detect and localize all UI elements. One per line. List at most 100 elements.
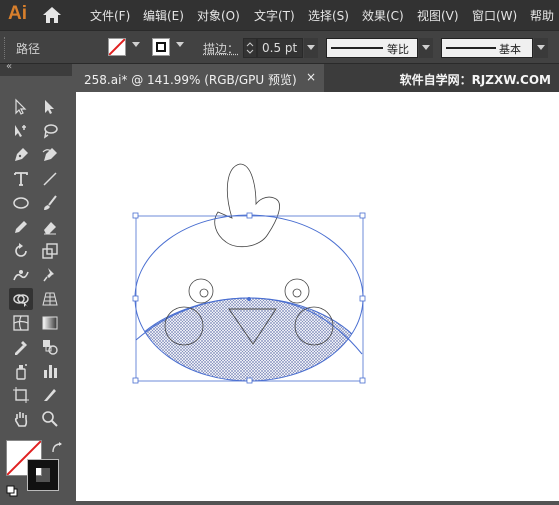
perspective-grid-icon bbox=[42, 292, 58, 306]
warp-icon bbox=[13, 270, 29, 281]
app-logo: Ai bbox=[8, 3, 27, 24]
pen-nib-icon bbox=[15, 148, 28, 161]
menu-view[interactable]: 视图(V) bbox=[417, 7, 459, 24]
direct-selection-arrow-icon bbox=[45, 100, 54, 114]
rotate-icon bbox=[15, 243, 27, 257]
menu-file[interactable]: 文件(F) bbox=[90, 7, 130, 24]
object-type-label: 路径 bbox=[16, 42, 41, 56]
blend-tool[interactable] bbox=[38, 336, 62, 358]
document-tab-title[interactable]: 258.ai* @ 141.99% (RGB/GPU 预览) bbox=[84, 71, 297, 88]
puppet-warp-tool[interactable] bbox=[38, 264, 62, 286]
menu-bar: Ai 文件(F) 编辑(E) 对象(O) 文字(T) 选择(S) 效果(C) 视… bbox=[0, 0, 559, 30]
swap-fill-stroke-icon[interactable] bbox=[50, 440, 64, 454]
scale-icon bbox=[42, 243, 58, 259]
perspective-grid-tool[interactable] bbox=[38, 288, 62, 310]
mesh-tool[interactable] bbox=[9, 312, 33, 334]
slice-knife-icon bbox=[44, 389, 56, 401]
hand-icon bbox=[14, 412, 28, 427]
hand-tool[interactable] bbox=[9, 408, 33, 430]
control-bar: 路径 描边： 0.5 pt 等比 基本 bbox=[0, 30, 559, 64]
watermark-text: 软件自学网：RJZXW.COM bbox=[399, 73, 551, 87]
direct-selection-tool[interactable] bbox=[38, 96, 62, 118]
slice-tool[interactable] bbox=[38, 384, 62, 406]
eyedropper-icon bbox=[15, 341, 27, 355]
rotate-tool[interactable] bbox=[9, 240, 33, 262]
center-point bbox=[247, 297, 251, 301]
magic-wand-tool[interactable] bbox=[9, 120, 33, 142]
selection-tool[interactable] bbox=[9, 96, 33, 118]
menu-type[interactable]: 文字(T) bbox=[254, 7, 295, 24]
ellipse-tool[interactable] bbox=[9, 192, 33, 214]
artboard-tool[interactable] bbox=[9, 384, 33, 406]
artwork bbox=[132, 163, 366, 384]
stroke-label[interactable]: 描边： bbox=[203, 40, 239, 57]
gradient-tool[interactable] bbox=[38, 312, 62, 334]
scale-tool[interactable] bbox=[38, 240, 62, 262]
control-bar-grip bbox=[4, 37, 8, 59]
ellipse-icon bbox=[13, 197, 29, 209]
menu-effect[interactable]: 效果(C) bbox=[362, 7, 404, 24]
menu-window[interactable]: 窗口(W) bbox=[472, 7, 517, 24]
eyedropper-tool[interactable] bbox=[9, 336, 33, 358]
left-pupil bbox=[199, 288, 209, 298]
pencil-icon bbox=[15, 221, 27, 233]
symbol-sprayer-icon bbox=[16, 364, 27, 380]
curvature-tool[interactable] bbox=[38, 144, 62, 166]
fill-swatch[interactable] bbox=[108, 38, 126, 56]
magic-wand-icon bbox=[15, 125, 26, 137]
symbol-sprayer-tool[interactable] bbox=[9, 360, 33, 382]
type-t-icon bbox=[14, 172, 28, 186]
stroke-weight-dropdown[interactable] bbox=[304, 38, 318, 58]
stroke-swatch[interactable] bbox=[152, 38, 170, 56]
magnifier-icon bbox=[42, 411, 58, 427]
gradient-icon bbox=[42, 316, 58, 330]
zoom-tool[interactable] bbox=[38, 408, 62, 430]
pencil-tool[interactable] bbox=[9, 216, 33, 238]
shape-builder-icon bbox=[13, 294, 29, 307]
fill-stroke-widget bbox=[4, 436, 70, 498]
profile-dropdown[interactable] bbox=[419, 38, 433, 58]
home-icon[interactable] bbox=[42, 6, 62, 24]
document-tab[interactable]: 258.ai* @ 141.99% (RGB/GPU 预览) × bbox=[72, 64, 324, 92]
brush-definition[interactable]: 基本 bbox=[441, 38, 533, 58]
default-fill-stroke-icon[interactable] bbox=[6, 482, 18, 497]
variable-width-profile[interactable]: 等比 bbox=[326, 38, 418, 58]
stroke-color-box[interactable] bbox=[27, 459, 59, 491]
column-graph-icon bbox=[44, 365, 57, 378]
document-tab-bar: 258.ai* @ 141.99% (RGB/GPU 预览) × 软件自学网：R… bbox=[72, 64, 559, 92]
shape-builder-tool[interactable] bbox=[9, 288, 33, 310]
lasso-tool[interactable] bbox=[38, 120, 62, 142]
fill-dropdown-icon[interactable] bbox=[132, 42, 140, 47]
artboard-icon bbox=[13, 387, 29, 403]
close-icon[interactable]: × bbox=[306, 70, 316, 84]
eraser-tool[interactable] bbox=[38, 216, 62, 238]
brush-label: 基本 bbox=[499, 43, 521, 56]
lasso-icon bbox=[43, 124, 58, 139]
stroke-weight-stepper[interactable] bbox=[243, 38, 257, 58]
selection-arrow-icon bbox=[15, 98, 27, 115]
type-tool[interactable] bbox=[9, 168, 33, 190]
menu-object[interactable]: 对象(O) bbox=[197, 7, 240, 24]
paintbrush-icon bbox=[44, 195, 57, 210]
brush-dropdown[interactable] bbox=[534, 38, 548, 58]
pen-tool[interactable] bbox=[9, 144, 33, 166]
menu-help[interactable]: 帮助 bbox=[530, 7, 554, 24]
head-crest bbox=[214, 163, 280, 248]
eraser-icon bbox=[44, 222, 56, 235]
warp-tool[interactable] bbox=[9, 264, 33, 286]
stroke-weight-input[interactable]: 0.5 pt bbox=[257, 38, 303, 58]
line-tool[interactable] bbox=[38, 168, 62, 190]
curvature-pen-icon bbox=[42, 148, 57, 161]
paintbrush-tool[interactable] bbox=[38, 192, 62, 214]
profile-label: 等比 bbox=[387, 43, 409, 56]
collapse-icon[interactable]: « bbox=[6, 61, 12, 72]
column-graph-tool[interactable] bbox=[38, 360, 62, 382]
artboard-canvas[interactable] bbox=[76, 92, 559, 501]
menu-select[interactable]: 选择(S) bbox=[308, 7, 349, 24]
menu-edit[interactable]: 编辑(E) bbox=[143, 7, 184, 24]
stroke-dropdown-icon[interactable] bbox=[176, 42, 184, 47]
tools-panel: « bbox=[0, 61, 72, 501]
line-segment-icon bbox=[43, 172, 57, 186]
tools-panel-header[interactable]: « bbox=[0, 61, 72, 76]
blend-icon bbox=[43, 340, 58, 355]
